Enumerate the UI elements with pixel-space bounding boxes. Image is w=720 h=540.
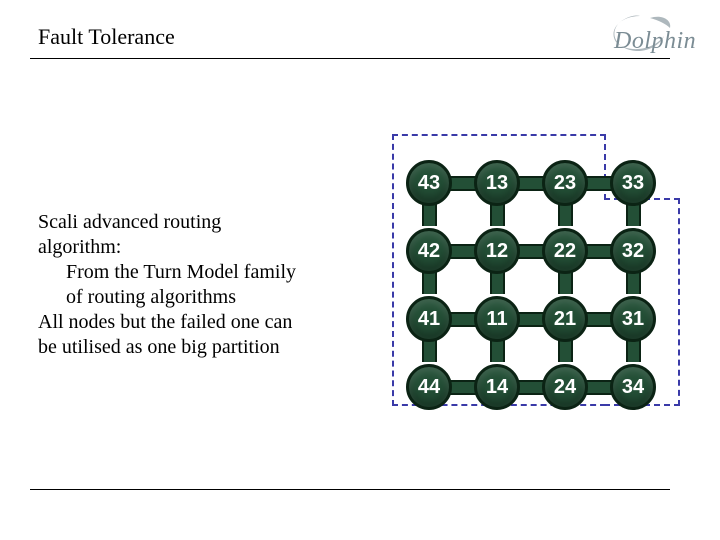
mesh-node: 41 [406,296,452,342]
mesh-node: 31 [610,296,656,342]
mesh-node: 42 [406,228,452,274]
body-line: algorithm: [38,235,368,260]
v-connector [422,272,437,294]
mesh-node: 14 [474,364,520,410]
slide-title: Fault Tolerance [38,24,690,50]
v-connector [558,272,573,294]
mesh-node: 23 [542,160,588,206]
h-connector [448,176,476,191]
mesh-node: 21 [542,296,588,342]
v-connector [558,340,573,362]
body-line-indent: From the Turn Model family [38,260,368,285]
mesh-node: 24 [542,364,588,410]
mesh-node: 11 [474,296,520,342]
v-connector [490,272,505,294]
h-connector [448,380,476,395]
h-connector [448,312,476,327]
h-connector [584,380,612,395]
v-connector [626,204,641,226]
slide-header: Fault Tolerance [38,24,690,59]
mesh-node: 22 [542,228,588,274]
mesh-node: 44 [406,364,452,410]
h-connector [516,244,544,259]
mesh-diagram: 43 13 23 33 42 12 22 32 41 11 21 31 44 1… [392,134,684,406]
h-connector [448,244,476,259]
mesh-node: 32 [610,228,656,274]
v-connector [490,204,505,226]
v-connector [558,204,573,226]
v-connector [422,340,437,362]
v-connector [490,340,505,362]
body-line: Scali advanced routing [38,210,368,235]
body-line: be utilised as one big partition [38,335,368,360]
mesh-node: 13 [474,160,520,206]
body-text: Scali advanced routing algorithm: From t… [38,210,368,360]
h-connector [516,380,544,395]
body-line: All nodes but the failed one can [38,310,368,335]
h-connector [584,312,612,327]
brand-name: Dolphin [614,28,696,55]
mesh-node-failed: 33 [610,160,656,206]
h-connector [584,176,612,191]
h-connector [584,244,612,259]
v-connector [422,204,437,226]
v-connector [626,340,641,362]
brand-logo: Dolphin [600,6,720,76]
h-connector [516,312,544,327]
mesh-node: 12 [474,228,520,274]
v-connector [626,272,641,294]
footer-rule [30,489,670,490]
mesh-node: 43 [406,160,452,206]
header-rule [30,58,670,59]
h-connector [516,176,544,191]
body-line-indent: of routing algorithms [38,285,368,310]
mesh-node: 34 [610,364,656,410]
